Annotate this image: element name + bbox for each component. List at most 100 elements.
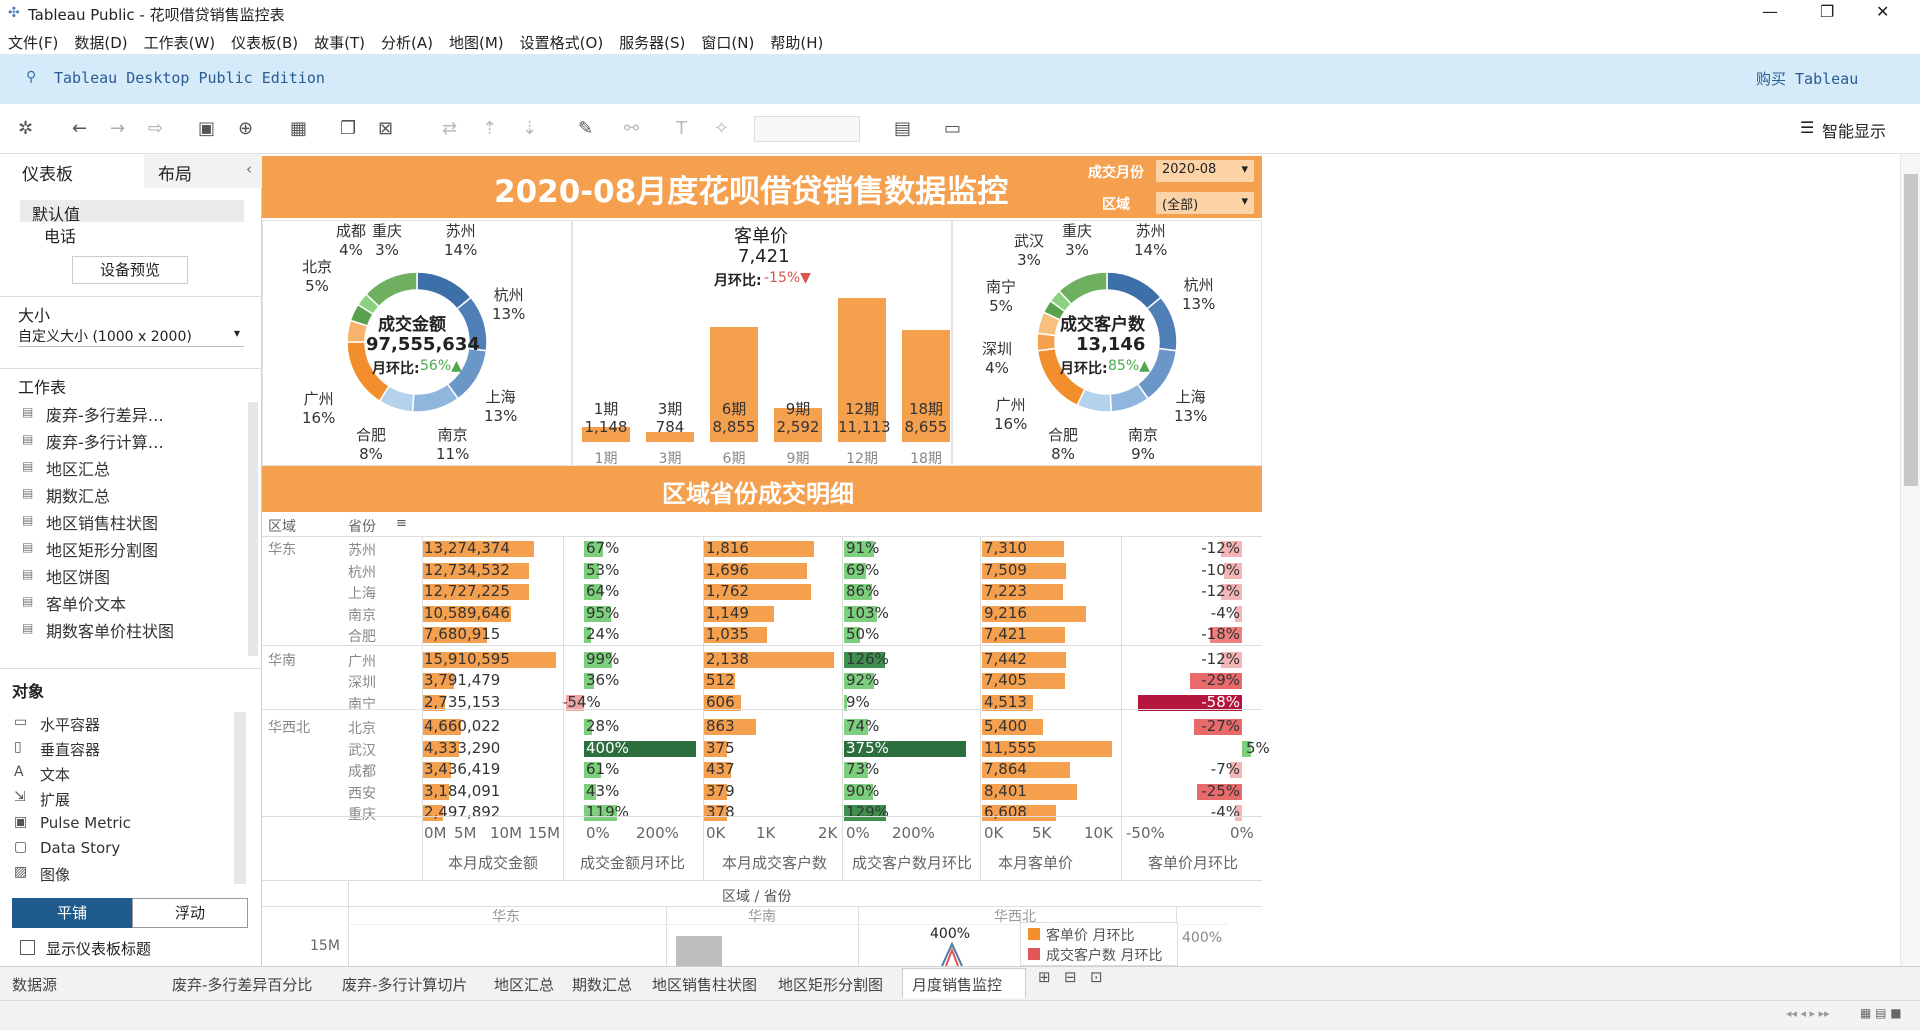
sort-asc-icon[interactable]: ⇡ [482, 118, 497, 139]
new-worksheet-icon[interactable]: ⊞ [1038, 968, 1060, 994]
device-phone[interactable]: 电话 [44, 223, 76, 247]
axis-tick-label: -50% [1126, 824, 1165, 842]
size-dropdown-arrow-icon[interactable]: ▾ [234, 326, 240, 340]
new-story-icon[interactable]: ⊡ [1090, 968, 1112, 994]
sheet-icon: ▤ [22, 540, 34, 554]
smart-show-button[interactable]: 智能显示 [1822, 118, 1886, 142]
clear-sheet-icon[interactable]: ⊠ [378, 118, 393, 139]
kpi-amount-mom: 56%▲ [420, 358, 462, 374]
sort-icon[interactable]: ≡ [396, 516, 407, 531]
sheet-item[interactable]: 废弃-多行差异… [46, 402, 164, 426]
donut-slice[interactable] [1146, 296, 1178, 352]
save-icon[interactable]: ▣ [198, 118, 215, 139]
device-preview-button[interactable]: 设备预览 [72, 256, 188, 284]
menu-server[interactable]: 服务器(S) [611, 28, 693, 57]
close-button[interactable]: ✕ [1876, 2, 1889, 21]
price-value: 7,864 [984, 760, 1027, 778]
sheet-item[interactable]: 地区饼图 [46, 564, 110, 588]
window-title: Tableau Public - 花呗借贷销售监控表 [28, 6, 285, 24]
sheet-item[interactable]: 地区销售柱状图 [46, 510, 158, 534]
axis-tick-label: 0M [424, 824, 447, 842]
menu-file[interactable]: 文件(F) [0, 28, 66, 57]
object-item[interactable]: 文本 [40, 764, 70, 785]
menu-data[interactable]: 数据(D) [66, 28, 135, 57]
nav-arrows-icon[interactable]: ◂◂ ◂ ▸ ▸▸ [1786, 1007, 1830, 1020]
customers-mom-value: 90% [846, 781, 880, 800]
object-item[interactable]: Pulse Metric [40, 814, 131, 832]
menu-help[interactable]: 帮助(H) [762, 28, 831, 57]
menu-window[interactable]: 窗口(N) [693, 28, 762, 57]
object-item[interactable]: Data Story [40, 839, 120, 857]
size-dropdown[interactable]: 自定义大小 (1000 x 2000) [18, 326, 192, 346]
month-filter-dropdown[interactable]: 2020-08 ▾ [1156, 160, 1254, 182]
label-icon[interactable]: T [676, 118, 687, 139]
device-default[interactable]: 默认值 [32, 201, 80, 225]
presentation-icon[interactable]: ▭ [944, 118, 961, 139]
object-item[interactable]: 图像 [40, 864, 70, 885]
sheet-item[interactable]: 客单价文本 [46, 591, 126, 615]
donut-slice[interactable] [411, 383, 460, 413]
show-cards-icon[interactable]: ▤ [894, 118, 911, 139]
highlight-icon[interactable]: ✎ [578, 118, 593, 139]
donut-right-label: 深圳 4% [982, 340, 1013, 377]
donut-left-label: 合肥 8% [356, 426, 387, 463]
tab-layout[interactable]: 布局 [158, 160, 192, 185]
new-datasource-icon[interactable]: ⊕ [238, 118, 253, 139]
sheet-scrollbar[interactable] [248, 402, 258, 656]
menu-format[interactable]: 设置格式(O) [512, 28, 612, 57]
swap-icon[interactable]: ⇄ [442, 118, 457, 139]
maximize-button[interactable]: ❐ [1820, 2, 1834, 21]
tab-dashboard[interactable]: 仪表板 [22, 160, 73, 185]
object-item[interactable]: 垂直容器 [40, 739, 100, 760]
dashboard-scrollbar[interactable] [1900, 154, 1920, 966]
menu-dashboard[interactable]: 仪表板(B) [223, 28, 306, 57]
axis-tick-label: 1K [756, 824, 776, 842]
object-item[interactable]: 水平容器 [40, 714, 100, 735]
tableau-home-icon[interactable]: ✲ [18, 118, 33, 139]
menu-story[interactable]: 故事(T) [306, 28, 373, 57]
show-title-checkbox[interactable] [20, 940, 35, 955]
axis-tick-label: 10M [490, 824, 523, 842]
amount-value: 3,791,479 [424, 671, 501, 689]
edition-banner: ⚲ Tableau Desktop Public Edition 购买 Tabl… [0, 54, 1920, 104]
pin-axes-icon[interactable]: ✧ [714, 118, 729, 139]
sort-desc-icon[interactable]: ⇣ [522, 118, 537, 139]
sheet-item[interactable]: 地区矩形分割图 [46, 537, 158, 561]
duplicate-icon[interactable]: ❐ [340, 118, 356, 139]
replay-icon[interactable]: ⇨ [148, 118, 163, 139]
object-scrollbar[interactable] [234, 712, 246, 884]
fit-dropdown[interactable] [754, 116, 860, 142]
minimize-button[interactable]: — [1762, 2, 1778, 21]
menu-worksheet[interactable]: 工作表(W) [136, 28, 224, 57]
new-dashboard-icon[interactable]: ⊟ [1064, 968, 1086, 994]
price-mom-value: -58% [1201, 692, 1240, 711]
collapse-pane-icon[interactable]: ‹ [246, 160, 252, 178]
smart-show-icon[interactable]: ☰ [1800, 118, 1814, 137]
menu-analysis[interactable]: 分析(A) [373, 28, 441, 57]
float-button[interactable]: 浮动 [132, 898, 248, 928]
sheet-item[interactable]: 期数客单价柱状图 [46, 618, 174, 642]
amount-mom-value: 119% [586, 803, 629, 821]
object-icon: ▢ [14, 839, 28, 855]
kpi-customers-mom-label: 月环比: [1060, 361, 1108, 377]
period-bar-label: 9期 2,592 [776, 400, 820, 436]
sheet-item[interactable]: 地区汇总 [46, 456, 110, 480]
amount-value: 13,274,374 [424, 539, 510, 557]
view-toggle-icon[interactable]: ▦ ▤ ■ [1860, 1006, 1902, 1020]
tile-button[interactable]: 平铺 [12, 898, 132, 928]
kpi-customers-value: 13,146 [1076, 334, 1146, 355]
menu-map[interactable]: 地图(M) [441, 28, 512, 57]
undo-icon[interactable]: ← [72, 118, 87, 139]
donut-slice[interactable] [1058, 271, 1108, 306]
sheet-item[interactable]: 期数汇总 [46, 483, 110, 507]
group-icon[interactable]: ⚯ [624, 118, 639, 139]
amount-mom-value: 24% [586, 625, 620, 643]
region-filter-dropdown[interactable]: (全部) ▾ [1156, 192, 1254, 214]
new-sheet-icon[interactable]: ▦ [290, 118, 307, 139]
buy-tableau-link[interactable]: 购买 Tableau [1756, 68, 1858, 89]
sheet-item[interactable]: 废弃-多行计算… [46, 429, 164, 453]
legend-label-price: 客单价 月环比 [1046, 928, 1135, 944]
object-item[interactable]: 扩展 [40, 789, 70, 810]
redo-icon[interactable]: → [110, 118, 125, 139]
donut-slice[interactable] [364, 271, 418, 308]
